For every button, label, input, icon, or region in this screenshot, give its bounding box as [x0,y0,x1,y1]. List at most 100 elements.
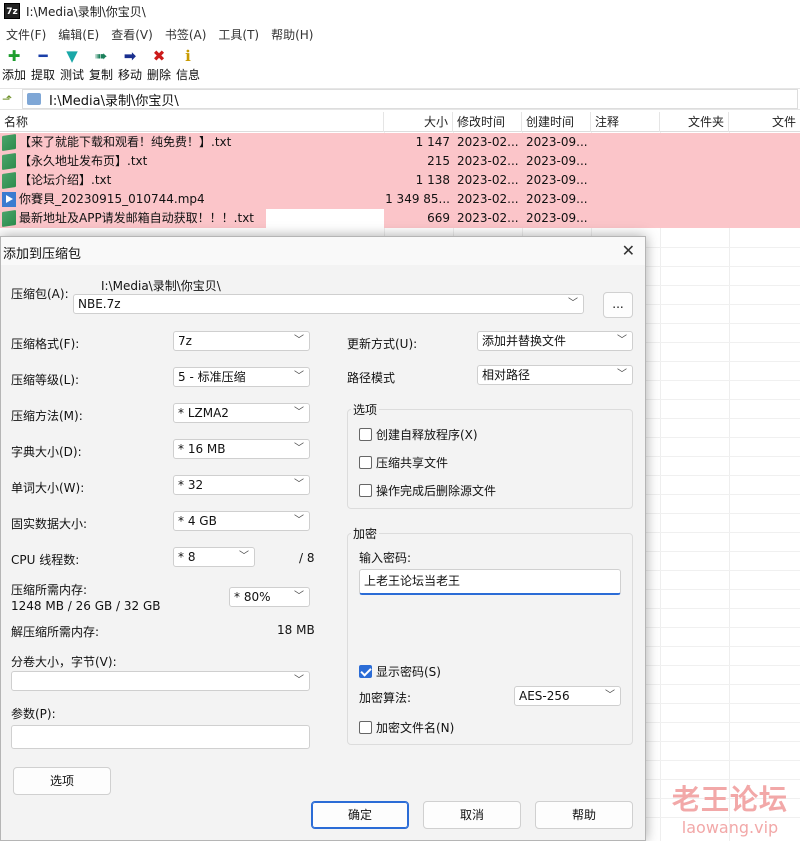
checkbox-unchecked-icon [359,456,372,469]
menu-bookmarks[interactable]: 书签(A) [159,26,213,43]
menu-tools[interactable]: 工具(T) [212,26,265,43]
file-name: 【论坛介绍】.txt [19,173,112,187]
menu-edit[interactable]: 编辑(E) [52,26,105,43]
move-button[interactable]: ➡ 移动 [116,46,144,86]
minus-icon: ━ [38,47,48,65]
column-modified[interactable]: 修改时间 [453,112,522,132]
menu-view[interactable]: 查看(V) [105,26,159,43]
address-field[interactable]: I:\Media\录制\你宝贝\ [22,89,798,109]
watermark-en: laowang.vip [681,818,779,837]
parameters-label: 参数(P): [11,707,56,721]
password-input[interactable]: 上老王论坛当老王 [359,569,621,595]
file-modified: 2023-02... [457,192,519,206]
checkbox-unchecked-icon [359,484,372,497]
memory-usage-value: * 80% [234,590,271,604]
menu-help[interactable]: 帮助(H) [265,26,319,43]
path-mode-label: 路径模式 [347,371,396,385]
file-created: 2023-09... [526,211,588,225]
file-name: 【永久地址发布页】.txt [19,154,148,168]
parameters-input[interactable] [11,725,310,749]
file-size: 1 138 [415,173,450,187]
level-label: 压缩等级(L): [11,373,80,387]
help-button[interactable]: 帮助 [535,801,633,829]
copy-label: 复制 [88,68,113,82]
folder-icon [27,93,41,105]
delete-label: 删除 [146,68,171,82]
encryption-method-select[interactable]: AES-256 ﹀ [514,686,621,706]
column-folders[interactable]: 文件夹 [660,112,729,132]
up-folder-icon[interactable]: ⬏ [2,92,16,106]
options-group-title: 选项 [351,401,380,418]
info-icon: ℹ [185,47,191,65]
file-row[interactable]: 你賽貝_20230915_010744.mp4 1 349 85... 2023… [0,190,800,209]
file-row[interactable]: 【来了就能下载和观看！纯免费！】.txt 1 147 2023-02... 20… [0,133,800,152]
show-password-checkbox[interactable]: 显示密码(S) [359,663,441,680]
menu-file[interactable]: 文件(F) [0,26,52,43]
split-volume-combo[interactable]: ﹀ [11,671,310,691]
window-titlebar: 7z I:\Media\录制\你宝贝\ [0,0,800,22]
column-created[interactable]: 创建时间 [522,112,591,132]
copy-button[interactable]: ➠ 复制 [87,46,115,86]
update-mode-value: 添加并替换文件 [482,334,567,348]
dictionary-label: 字典大小(D): [11,445,82,459]
checkbox-unchecked-icon [359,428,372,441]
cpu-threads-total: / 8 [299,551,315,565]
add-to-archive-dialog: 添加到压缩包 ✕ 压缩包(A): I:\Media\录制\你宝贝\ NBE.7z… [0,236,646,841]
column-size[interactable]: 大小 [384,112,453,132]
dictionary-select[interactable]: * 16 MB ﹀ [173,439,310,459]
file-size: 1 349 85... [385,192,450,206]
file-name: 【来了就能下载和观看！纯免费！】.txt [19,135,232,149]
compress-shared-checkbox[interactable]: 压缩共享文件 [359,454,448,471]
method-select[interactable]: * LZMA2 ﹀ [173,403,310,423]
chevron-down-icon: ﹀ [294,479,304,490]
archive-name-combo[interactable]: NBE.7z ﹀ [73,294,584,314]
column-comment[interactable]: 注释 [591,112,660,132]
checkbox-checked-icon [359,665,372,678]
test-button[interactable]: ▼ 测试 [58,46,86,86]
update-mode-label: 更新方式(U): [347,337,418,351]
delete-button[interactable]: ✖ 删除 [145,46,173,86]
info-label: 信息 [175,68,200,82]
level-select[interactable]: 5 - 标准压缩 ﹀ [173,367,310,387]
add-button[interactable]: ✚ 添加 [0,46,28,86]
watermark: 老王论坛 laowang.vip [660,778,800,837]
file-row[interactable]: 【永久地址发布页】.txt 215 2023-02... 2023-09... [0,152,800,171]
menubar: 文件(F) 编辑(E) 查看(V) 书签(A) 工具(T) 帮助(H) [0,24,800,44]
split-volume-label: 分卷大小，字节(V): [11,655,117,669]
extract-button[interactable]: ━ 提取 [29,46,57,86]
delete-after-checkbox[interactable]: 操作完成后删除源文件 [359,482,496,499]
close-icon[interactable]: ✕ [622,241,635,260]
info-button[interactable]: ℹ 信息 [174,46,202,86]
solid-block-label: 固实数据大小: [11,517,88,531]
options-button[interactable]: 选项 [13,767,111,795]
browse-button[interactable]: ... [603,292,633,318]
watermark-cn: 老王论坛 [671,783,788,816]
solid-block-select[interactable]: * 4 GB ﹀ [173,511,310,531]
ok-button[interactable]: 确定 [311,801,409,829]
encryption-group-title: 加密 [351,525,380,542]
file-name: 你賽貝_20230915_010744.mp4 [19,192,205,206]
file-created: 2023-09... [526,173,588,187]
update-mode-select[interactable]: 添加并替换文件 ﹀ [477,331,633,351]
chevron-down-icon: ﹀ [617,335,627,346]
encrypt-names-checkbox[interactable]: 加密文件名(N) [359,719,454,736]
move-label: 移动 [117,68,142,82]
word-size-select[interactable]: * 32 ﹀ [173,475,310,495]
format-select[interactable]: 7z ﹀ [173,331,310,351]
file-row[interactable]: 最新地址及APP请发邮箱自动获取！！！.txt 669 2023-02... 2… [0,209,800,228]
format-label: 压缩格式(F): [11,337,80,351]
file-size: 669 [427,211,450,225]
cpu-threads-value: * 8 [178,550,196,564]
path-mode-select[interactable]: 相对路径 ﹀ [477,365,633,385]
column-name[interactable]: 名称 [0,112,384,132]
video-file-icon [2,192,16,207]
create-sfx-checkbox[interactable]: 创建自释放程序(X) [359,426,478,443]
column-files[interactable]: 文件 [729,112,800,132]
cancel-button[interactable]: 取消 [423,801,521,829]
file-row[interactable]: 【论坛介绍】.txt 1 138 2023-02... 2023-09... [0,171,800,190]
chevron-down-icon: ﹀ [294,443,304,454]
cpu-threads-select[interactable]: * 8 ﹀ [173,547,255,567]
file-size: 1 147 [415,135,450,149]
chevron-down-icon: ﹀ [294,371,304,382]
memory-usage-select[interactable]: * 80% ﹀ [229,587,310,607]
